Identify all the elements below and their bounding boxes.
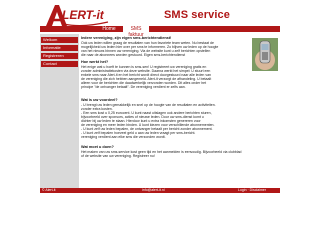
intro-line: die naar de abonnees worden gestuurd. Ei… (81, 53, 186, 57)
benefit-line: vereniging verdient aan elke sms die ver… (81, 135, 166, 139)
benefit-heading: Wat is uw voordeel? (81, 98, 118, 102)
page: LERT-it SMS service Home SMS faktuur Wel… (40, 0, 280, 240)
nav-sms-faktuur[interactable]: SMS faktuur (122, 26, 150, 38)
footer-links[interactable]: Login · Disclaimer (238, 188, 266, 193)
alert-it-logo[interactable]: LERT-it (42, 2, 114, 28)
top-nav: Home SMS faktuur (40, 26, 280, 38)
footer-copyright: © Alert-it (42, 188, 56, 192)
sidebar-item-welkom[interactable]: Welkom (41, 37, 78, 43)
nav-home[interactable]: Home (101, 26, 117, 32)
footer: © Alert-it info@alert-it.nl Login · Disc… (40, 188, 280, 193)
sidebar-item-informatie[interactable]: Informatie (41, 45, 78, 51)
how-line: principe "de ontvanger betaalt". De vere… (81, 85, 186, 89)
footer-email-link[interactable]: info@alert-it.nl (142, 188, 165, 193)
how-heading: Hoe werkt het? (81, 60, 109, 64)
site-title: SMS service (164, 9, 230, 21)
more-line: of de website van uw vereniging. Registr… (81, 154, 155, 158)
intro-heading: Iedere vereniging, zijn eigen sms-berich… (81, 36, 172, 40)
more-heading: Wat moet u doen? (81, 145, 114, 149)
sidebar: Welkom Informatie Registreren Contact (40, 34, 79, 188)
phone-in-hand-image (252, 38, 278, 71)
sidebar-item-contact[interactable]: Contact (41, 61, 78, 67)
svg-text:LERT-it: LERT-it (62, 8, 105, 22)
sidebar-item-registreren[interactable]: Registreren (41, 53, 78, 59)
